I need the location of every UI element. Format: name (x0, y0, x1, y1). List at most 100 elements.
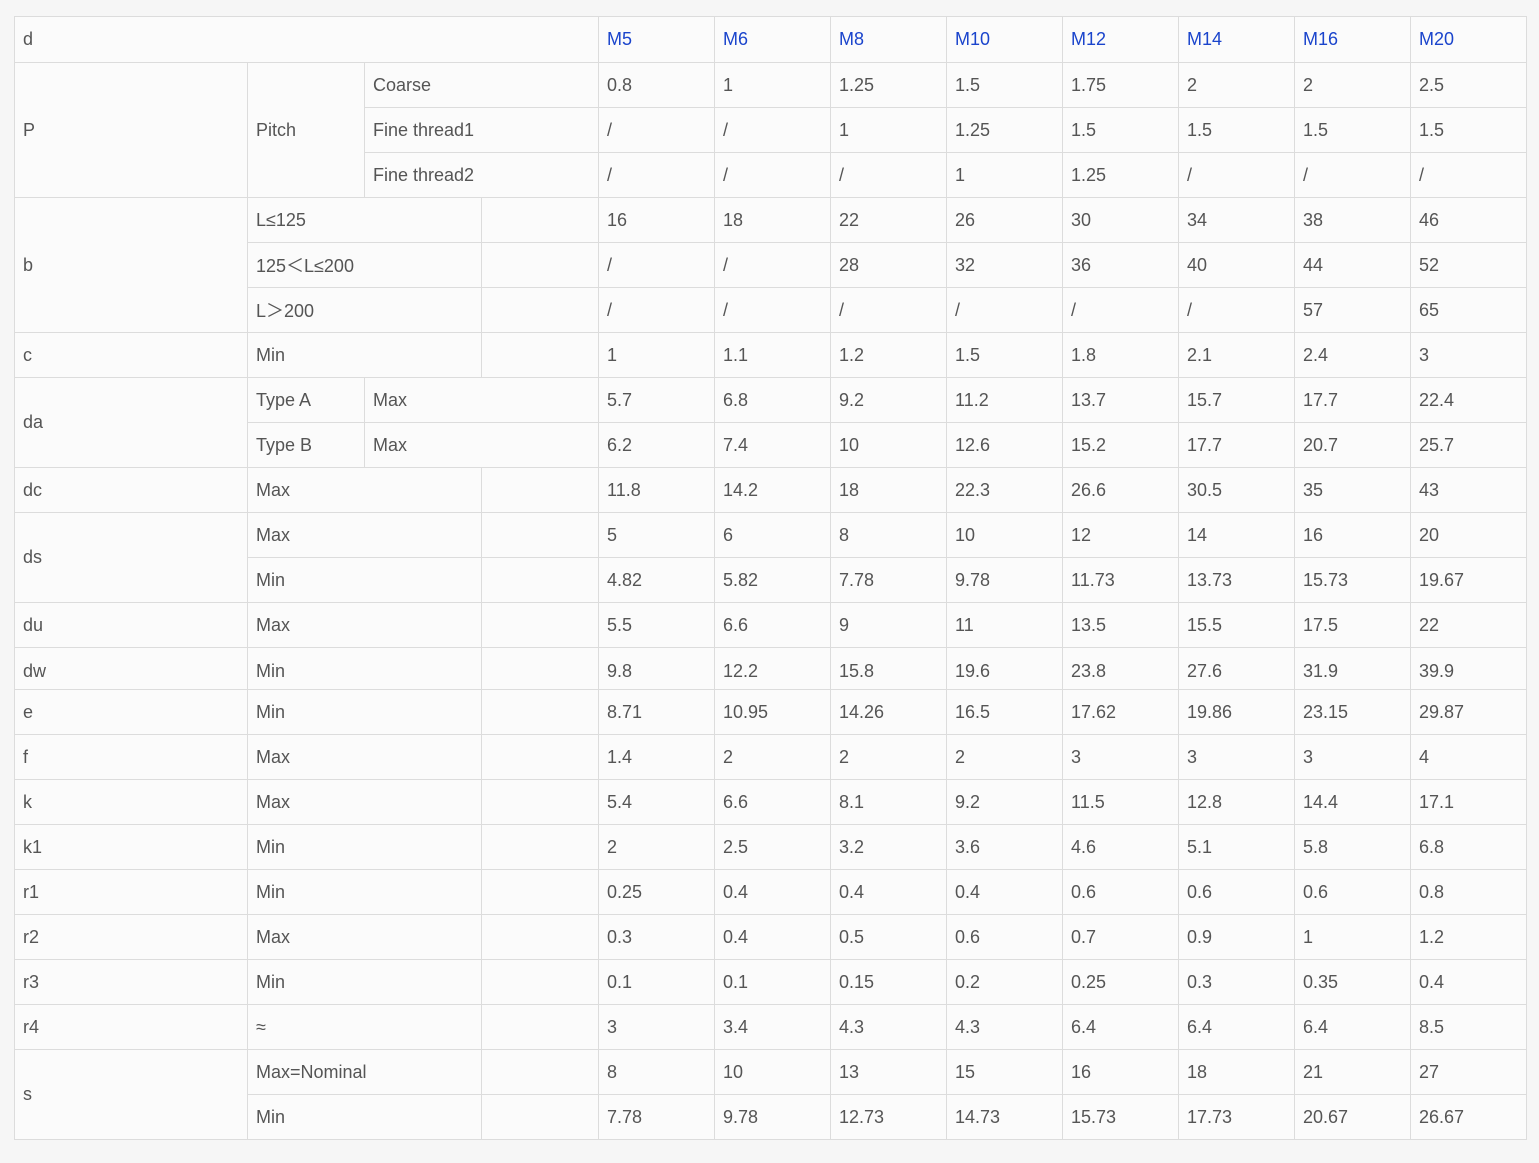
value-cell: 30 (1062, 197, 1180, 243)
value-cell: 5.7 (598, 377, 716, 423)
value-cell: 19.67 (1410, 557, 1528, 603)
value-cell: 0.8 (1410, 869, 1528, 915)
value-cell: 26.6 (1062, 467, 1180, 513)
value-cell: 9 (830, 602, 948, 648)
value-cell: 57 (1294, 287, 1412, 333)
value-cell: 20.67 (1294, 1094, 1412, 1140)
table-body: d M5 M6 M8 M10 M12 M14 M16 M20 P Pitch Coa… (13, 16, 1528, 1140)
table-row: r3 Min 0.1 0.1 0.15 0.2 0.25 0.3 0.35 0.4 (14, 959, 1528, 1005)
value-cell: 5.1 (1178, 824, 1296, 870)
empty-cell (480, 734, 600, 780)
value-cell: 5.82 (714, 557, 832, 603)
table-row: dw Min 9.8 12.2 15.8 19.6 23.8 27.6 31.9 39.9 (14, 647, 1528, 690)
value-cell: 0.7 (1062, 914, 1180, 960)
size-header-cell: M14 (1178, 16, 1296, 63)
value-cell: 22 (1410, 602, 1528, 648)
value-cell: 0.1 (714, 959, 832, 1005)
table-row: dc Max 11.8 14.2 18 22.3 26.6 30.5 35 43 (14, 467, 1528, 513)
value-cell: / (1410, 152, 1528, 198)
empty-cell (480, 242, 600, 288)
row-label: Fine thread1 (363, 107, 600, 153)
value-cell: / (598, 107, 716, 153)
value-cell: / (598, 242, 716, 288)
row-symbol: P (14, 62, 248, 198)
value-cell: 0.2 (946, 959, 1064, 1005)
value-cell: 0.4 (714, 869, 832, 915)
value-cell: / (1294, 152, 1412, 198)
value-cell: 1.5 (1410, 107, 1528, 153)
table-row: k Max 5.4 6.6 8.1 9.2 11.5 12.8 14.4 17.1 (14, 779, 1528, 825)
value-cell: 3 (1294, 734, 1412, 780)
value-cell: 8.1 (830, 779, 948, 825)
value-cell: 11.73 (1062, 557, 1180, 603)
size-header-cell: M10 (946, 16, 1064, 63)
value-cell: 21 (1294, 1049, 1412, 1095)
value-cell: 0.1 (598, 959, 716, 1005)
value-cell: / (598, 152, 716, 198)
value-cell: 14 (1178, 512, 1296, 558)
value-cell: 8.71 (598, 689, 716, 735)
value-cell: 0.4 (1410, 959, 1528, 1005)
value-cell: 1.25 (946, 107, 1064, 153)
row-label: Max (363, 377, 600, 423)
value-cell: 27 (1410, 1049, 1528, 1095)
value-cell: 4.82 (598, 557, 716, 603)
value-cell: 0.6 (1178, 869, 1296, 915)
value-cell: 1 (830, 107, 948, 153)
value-cell: 6.4 (1178, 1004, 1296, 1050)
empty-cell (480, 914, 600, 960)
value-cell: 18 (1178, 1049, 1296, 1095)
value-cell: 3.6 (946, 824, 1064, 870)
value-cell: 2.5 (1410, 62, 1528, 108)
value-cell: 44 (1294, 242, 1412, 288)
row-label: Fine thread2 (363, 152, 600, 198)
row-label: Max=Nominal (247, 1049, 482, 1095)
value-cell: 2 (1178, 62, 1296, 108)
value-cell: 46 (1410, 197, 1528, 243)
row-label: Min (247, 959, 482, 1005)
value-cell: 0.8 (598, 62, 716, 108)
value-cell: 3 (1178, 734, 1296, 780)
empty-cell (480, 512, 600, 558)
empty-cell (480, 467, 600, 513)
empty-cell (480, 332, 600, 378)
value-cell: 10.95 (714, 689, 832, 735)
table-row: P Pitch Coarse 0.8 1 1.25 1.5 1.75 2 2 2.5 (14, 62, 1528, 198)
value-cell: 32 (946, 242, 1064, 288)
value-cell: 9.78 (714, 1094, 832, 1140)
size-header-cell: M5 (598, 16, 716, 63)
size-header-cell: M8 (830, 16, 948, 63)
value-cell: 17.1 (1410, 779, 1528, 825)
table-row: da Type A Max 5.7 6.8 9.2 11.2 13.7 15.7 17.7 22.4 (14, 377, 1528, 468)
value-cell: 12.8 (1178, 779, 1296, 825)
value-cell: 16.5 (946, 689, 1064, 735)
value-cell: 13.7 (1062, 377, 1180, 423)
value-cell: 14.26 (830, 689, 948, 735)
empty-cell (480, 647, 600, 690)
value-cell: 0.4 (946, 869, 1064, 915)
value-cell: 16 (1294, 512, 1412, 558)
size-header-cell: M12 (1062, 16, 1180, 63)
value-cell: 65 (1410, 287, 1528, 333)
value-cell: 34 (1178, 197, 1296, 243)
value-cell: 2 (946, 734, 1064, 780)
value-cell: 0.6 (1062, 869, 1180, 915)
value-cell: 2 (598, 824, 716, 870)
value-cell: 1.2 (1410, 914, 1528, 960)
value-cell: 18 (830, 467, 948, 513)
size-header-cell: M16 (1294, 16, 1412, 63)
value-cell: / (1062, 287, 1180, 333)
value-cell: 9.2 (830, 377, 948, 423)
row-label: Coarse (363, 62, 600, 108)
value-cell: 11.5 (1062, 779, 1180, 825)
row-label: L≤125 (247, 197, 482, 243)
value-cell: 2 (830, 734, 948, 780)
row-label: Max (247, 734, 482, 780)
row-symbol: r1 (14, 869, 248, 915)
value-cell: 17.73 (1178, 1094, 1296, 1140)
value-cell: 11.2 (946, 377, 1064, 423)
value-cell: 3 (598, 1004, 716, 1050)
row-type: Type B (247, 422, 365, 468)
value-cell: 1.5 (946, 332, 1064, 378)
value-cell: 30.5 (1178, 467, 1296, 513)
